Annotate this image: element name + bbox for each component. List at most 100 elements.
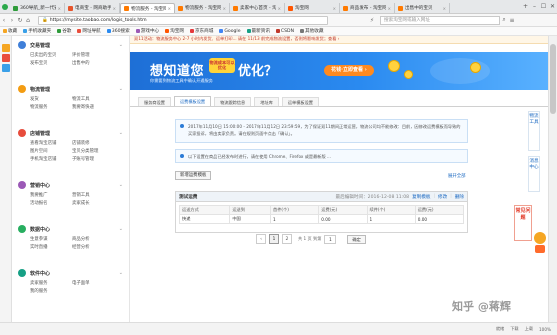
bookmark-item[interactable]: 网址导航 — [74, 28, 103, 34]
shield-icon[interactable] — [1, 44, 10, 52]
section-title[interactable]: 软件中心 — [30, 270, 50, 277]
globe-icon[interactable] — [1, 64, 10, 72]
sidebar-item[interactable]: 活动报名 — [30, 200, 48, 206]
expand-all-link[interactable]: 展开全部 — [448, 173, 466, 179]
minimize-icon[interactable]: – — [530, 3, 539, 10]
search-icon[interactable]: ⌕ — [500, 16, 508, 24]
star-icon[interactable] — [1, 54, 10, 62]
tab-close-icon[interactable]: × — [223, 6, 226, 11]
sidebar-item[interactable]: 电子面单 — [72, 280, 90, 286]
vertical-scrollbar[interactable] — [548, 36, 557, 322]
menu-icon[interactable]: ≡ — [508, 17, 516, 24]
bookmark-item[interactable]: 最新资讯 — [244, 28, 273, 34]
bookmark-item[interactable]: 其他收藏 — [297, 28, 326, 34]
sidebar-item[interactable]: 图片空间 — [30, 148, 48, 154]
mascot-icon[interactable] — [533, 232, 547, 254]
section-title[interactable]: 店铺管理 — [30, 130, 50, 137]
prev-page-button[interactable]: ‹ — [256, 234, 266, 244]
sidebar-item[interactable]: 发布宝贝 — [30, 60, 48, 66]
section-title[interactable]: 物流管理 — [30, 86, 50, 93]
maximize-icon[interactable]: ☐ — [539, 3, 548, 10]
sub-tab[interactable]: 地址库 — [254, 97, 279, 106]
add-template-button[interactable]: 新增运费模板 — [175, 171, 212, 180]
url-input[interactable]: 🔒 https://mysite.taobao.com/logis_tools.… — [38, 15, 328, 25]
tab-close-icon[interactable]: × — [58, 6, 61, 11]
bookmark-item[interactable]: Google — [216, 29, 243, 34]
browser-tab[interactable]: 出售中的宝贝 × — [395, 3, 450, 13]
faq-float[interactable]: 常见问题 — [514, 205, 532, 241]
sidebar-item[interactable]: 出售中的 — [72, 60, 90, 66]
message-center-float[interactable]: 消息中心 — [528, 156, 540, 192]
sidebar-item[interactable]: 物流工具 — [72, 96, 90, 102]
page-number-input[interactable]: 1 — [324, 234, 337, 244]
bookmark-item[interactable]: 京东商城 — [187, 28, 216, 34]
status-download[interactable]: 下载 — [510, 326, 518, 332]
sidebar-item[interactable]: 我要推广 — [30, 192, 48, 198]
edit-template-link[interactable]: 修改 — [438, 194, 447, 200]
section-title[interactable]: 交易管理 — [30, 42, 50, 49]
sidebar-item[interactable]: 宝贝分类管理 — [72, 148, 98, 154]
tab-close-icon[interactable]: × — [388, 6, 391, 11]
browser-logo-icon[interactable] — [0, 3, 10, 10]
tab-close-icon[interactable]: × — [333, 6, 336, 11]
sub-tab[interactable]: 运单模板设置 — [281, 97, 319, 106]
sidebar-item[interactable]: 我的服务 — [30, 288, 48, 294]
tab-close-icon[interactable]: × — [278, 6, 281, 11]
sidebar-item[interactable]: 手机淘宝店铺 — [30, 156, 56, 162]
search-input[interactable]: 搜索淘宝网或输入网址 — [380, 15, 500, 25]
tab-close-icon[interactable]: × — [168, 6, 171, 11]
sub-tab[interactable]: 物流跟踪信息 — [214, 97, 252, 106]
sidebar-item[interactable]: 店铺装修 — [72, 140, 90, 146]
sub-tab[interactable]: 服务商设置 — [138, 97, 171, 106]
bookmark-item[interactable]: 谷歌 — [54, 28, 74, 34]
section-title[interactable]: 营销中心 — [30, 182, 50, 189]
sidebar-item[interactable]: 生意参谋 — [30, 236, 48, 242]
chevron-down-icon[interactable]: ⌄ — [119, 226, 123, 232]
browser-tab[interactable]: 电商宝 - 网商助手 × — [65, 3, 120, 13]
sidebar-item[interactable]: 已卖出的宝贝 — [30, 52, 56, 58]
lightning-icon[interactable]: ⚡ — [368, 17, 376, 24]
bookmark-item[interactable]: 游戏中心 — [133, 28, 162, 34]
chevron-down-icon[interactable]: ⌄ — [119, 42, 123, 48]
browser-tab[interactable]: 物流服务 - 淘宝网 × — [175, 3, 230, 13]
sidebar-item[interactable]: 商品分析 — [72, 236, 90, 242]
bookmark-item[interactable]: CSDN — [273, 29, 297, 34]
sidebar-item[interactable]: 卖家成长 — [72, 200, 90, 206]
sidebar-item[interactable]: 营销工具 — [72, 192, 90, 198]
sidebar-item[interactable]: 查看淘宝店铺 — [30, 140, 56, 146]
delete-template-link[interactable]: 删除 — [455, 194, 464, 200]
page-2-button[interactable]: 2 — [282, 234, 292, 244]
banner-cta-button[interactable]: 花钱·立即查看 › — [324, 65, 374, 76]
browser-tab[interactable]: 物流服务 - 淘宝网 × — [120, 3, 175, 13]
browser-tab[interactable]: 商品发布 - 淘宝网 × — [340, 3, 395, 13]
chevron-down-icon[interactable]: ⌄ — [119, 130, 123, 136]
refresh-icon[interactable]: ↻ — [16, 17, 24, 24]
forward-icon[interactable]: › — [8, 17, 16, 24]
section-title[interactable]: 数据中心 — [30, 226, 50, 233]
browser-tab[interactable]: 360导航_新一代安全上网导航× — [10, 3, 65, 13]
sidebar-item[interactable]: 发货 — [30, 96, 39, 102]
sidebar-item[interactable]: 物流服务 — [30, 104, 48, 110]
tab-close-icon[interactable]: × — [443, 6, 446, 11]
close-window-icon[interactable]: ✕ — [548, 3, 557, 10]
chevron-down-icon[interactable]: ⌄ — [119, 86, 123, 92]
chevron-down-icon[interactable]: ⌄ — [119, 270, 123, 276]
sidebar-item[interactable]: 评价管理 — [72, 52, 90, 58]
home-icon[interactable]: ⌂ — [24, 17, 32, 24]
go-page-button[interactable]: 确定 — [347, 234, 366, 244]
sidebar-item[interactable]: 实时直播 — [30, 244, 48, 250]
logistics-tools-float[interactable]: 物流工具 — [528, 111, 540, 151]
scrollbar-thumb[interactable] — [550, 44, 556, 114]
bookmark-item[interactable]: 淘宝网 — [162, 28, 187, 34]
status-upload[interactable]: 上载 — [525, 326, 533, 332]
chevron-down-icon[interactable]: ⌄ — [119, 182, 123, 188]
sidebar-item[interactable]: 子账号管理 — [72, 156, 94, 162]
bookmark-item[interactable]: 收藏 — [0, 28, 20, 34]
back-icon[interactable]: ‹ — [0, 17, 8, 24]
bookmark-item[interactable]: 手机收藏夹 — [20, 28, 54, 34]
new-tab-icon[interactable]: + — [521, 3, 530, 10]
sub-tab[interactable]: 运费模板设置 — [173, 96, 212, 106]
bookmark-item[interactable]: 360搜索 — [104, 28, 133, 34]
zoom-level[interactable]: 100% — [539, 327, 551, 332]
sidebar-item[interactable]: 经营分析 — [72, 244, 90, 250]
